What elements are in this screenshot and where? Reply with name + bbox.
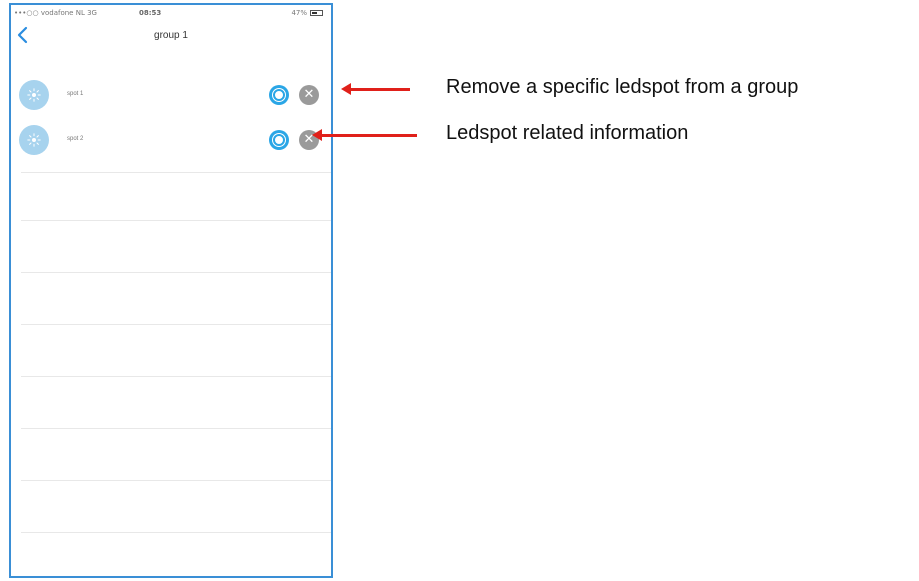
carrier-text: •••○○ vodafone NL 3G — [14, 9, 97, 17]
ledspot-avatar — [19, 125, 49, 155]
clock-text: 08:53 — [139, 9, 162, 17]
divider — [21, 220, 331, 221]
eye-icon — [273, 89, 285, 101]
info-button[interactable] — [269, 130, 289, 150]
ledspot-avatar — [19, 80, 49, 110]
divider — [21, 532, 331, 533]
divider — [21, 428, 331, 429]
remove-button[interactable]: ✕ — [299, 85, 319, 105]
sun-icon — [27, 133, 41, 147]
info-button[interactable] — [269, 85, 289, 105]
battery-indicator: 47% — [291, 9, 323, 17]
list-item-label: spot 2 — [67, 136, 84, 142]
divider — [21, 376, 331, 377]
status-bar: •••○○ vodafone NL 3G 08:53 47% — [11, 5, 331, 22]
sun-icon — [27, 88, 41, 102]
remove-annotation-text: Remove a specific ledspot from a group — [446, 76, 799, 98]
phone-screen: •••○○ vodafone NL 3G 08:53 47% group 1 s… — [9, 3, 333, 578]
divider — [21, 324, 331, 325]
info-annotation-arrow — [312, 129, 417, 141]
battery-percent: 47% — [291, 9, 307, 17]
info-annotation-text: Ledspot related information — [446, 122, 689, 144]
list-item-label: spot 1 — [67, 91, 84, 97]
remove-annotation-arrow — [341, 83, 410, 95]
nav-bar: group 1 — [11, 22, 331, 70]
divider — [21, 272, 331, 273]
battery-icon — [310, 10, 323, 16]
page: •••○○ vodafone NL 3G 08:53 47% group 1 s… — [0, 0, 919, 581]
divider — [21, 172, 331, 173]
list-item[interactable]: spot 2 ✕ — [11, 125, 331, 155]
divider — [21, 480, 331, 481]
list-item[interactable]: spot 1 ✕ — [11, 80, 331, 110]
page-title: group 1 — [154, 30, 188, 41]
eye-icon — [273, 134, 285, 146]
